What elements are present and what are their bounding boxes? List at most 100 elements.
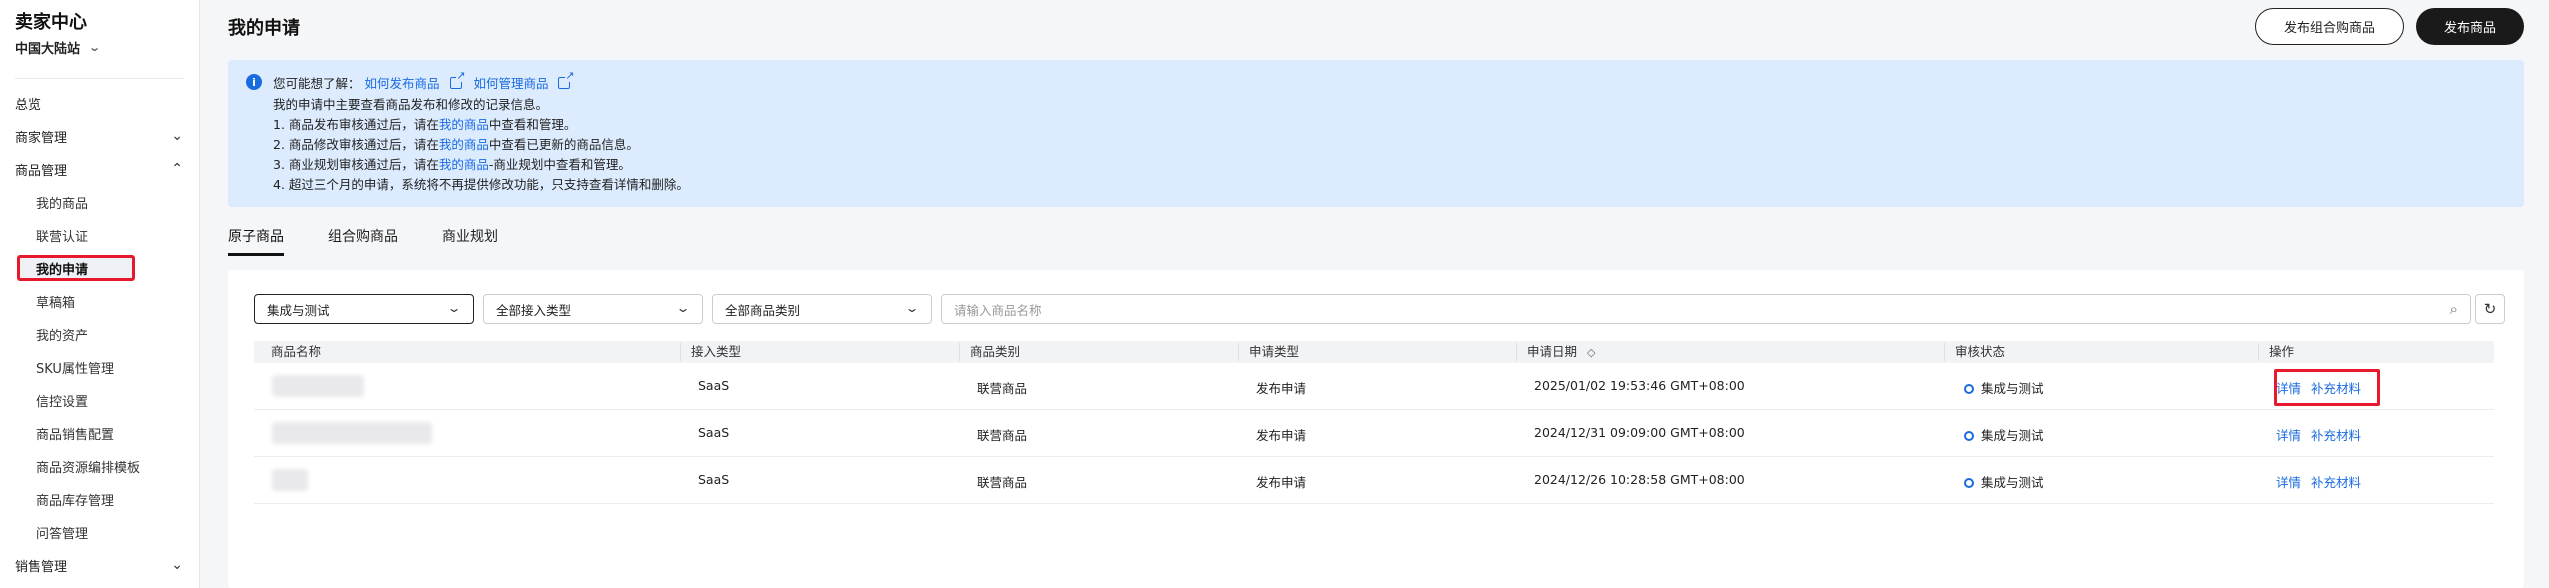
sidebar-item-label: SKU属性管理 <box>36 361 114 377</box>
sidebar-item-label: 联营认证 <box>36 229 89 245</box>
chevron-up-icon: ⌃ <box>171 161 183 177</box>
notice-prefix: 您可能想了解： <box>273 76 361 91</box>
cell-date: 2025/01/02 19:53:46 GMT+08:00 <box>1534 378 1745 393</box>
external-link-icon[interactable] <box>558 70 575 89</box>
my-products-link[interactable]: 我的商品 <box>439 157 489 172</box>
category-value: 全部商品类别 <box>725 302 801 318</box>
sidebar-item-sales[interactable]: 销售管理 ⌄ <box>15 555 183 575</box>
supplement-materials-link[interactable]: 补充材料 <box>2311 428 2361 443</box>
notice-line: 3. 商业规划审核通过后，请在我的商品-商业规划中查看和管理。 <box>273 154 631 173</box>
tab-bundle-products[interactable]: 组合购商品 <box>328 226 398 256</box>
sidebar-item-sales-config[interactable]: 商品销售配置 <box>36 423 186 443</box>
site-selector[interactable]: 中国大陆站 ⌄ <box>15 38 102 57</box>
column-header-ops: 操作 <box>2258 343 2294 361</box>
tabs: 原子商品 组合购商品 商业规划 <box>228 226 542 258</box>
sidebar-item-label: 商品库存管理 <box>36 493 115 509</box>
sidebar-item-my-products[interactable]: 我的商品 <box>36 192 186 212</box>
column-header-name: 商品名称 <box>271 344 322 359</box>
sidebar-item-label: 草稿箱 <box>36 295 76 311</box>
chevron-down-icon: ⌄ <box>446 301 462 315</box>
cell-apply-type: 发布申请 <box>1256 428 1307 443</box>
status-dot-icon <box>1964 384 1974 394</box>
status-dot-icon <box>1964 478 1974 488</box>
publish-product-button[interactable]: 发布商品 <box>2416 8 2524 45</box>
details-link[interactable]: 详情 <box>2276 428 2301 443</box>
sidebar-item-label: 我的申请 <box>36 262 89 278</box>
chevron-down-icon: ⌄ <box>675 301 691 315</box>
sidebar-item-my-assets[interactable]: 我的资产 <box>36 324 186 344</box>
search-input[interactable]: 请输入商品名称 ⌕ <box>941 294 2471 324</box>
details-link[interactable]: 详情 <box>2276 475 2301 490</box>
sidebar-item-qa[interactable]: 问答管理 <box>36 522 186 542</box>
my-products-link[interactable]: 我的商品 <box>439 137 489 152</box>
notice-text: 中查看和管理。 <box>488 117 577 132</box>
search-placeholder: 请输入商品名称 <box>954 302 1042 318</box>
chevron-down-icon: ⌄ <box>88 41 102 54</box>
info-icon: i <box>246 74 262 90</box>
sidebar-item-label: 商家管理 <box>15 130 68 146</box>
cell-ops: 详情 补充材料 <box>2276 425 2371 444</box>
sidebar-item-drafts[interactable]: 草稿箱 <box>36 291 186 311</box>
column-header-date-label: 申请日期 <box>1527 344 1578 359</box>
sidebar: 卖家中心 中国大陆站 ⌄ 总览 商家管理 ⌄ 商品管理 ⌃ 我的商品 联营认证 … <box>0 0 200 588</box>
search-icon[interactable]: ⌕ <box>2450 300 2458 318</box>
sidebar-item-resource-template[interactable]: 商品资源编排模板 <box>36 456 186 476</box>
column-header-access: 接入类型 <box>680 343 741 361</box>
cell-access: SaaS <box>698 378 730 393</box>
sidebar-item-sku-attrs[interactable]: SKU属性管理 <box>36 357 186 377</box>
sidebar-item-label: 销售管理 <box>15 559 68 575</box>
column-header-date[interactable]: 申请日期 ◇ <box>1516 343 1595 361</box>
external-link-icon[interactable] <box>449 70 466 89</box>
cell-status: 集成与测试 <box>1964 472 2044 491</box>
sidebar-item-label: 总览 <box>15 97 42 113</box>
sidebar-item-label: 信控设置 <box>36 394 89 410</box>
notice-line: 1. 商品发布审核通过后，请在我的商品中查看和管理。 <box>273 114 576 133</box>
table-header: 商品名称 接入类型 商品类别 申请类型 申请日期 ◇ 审核状态 操作 <box>254 341 2494 363</box>
brand-title: 卖家中心 <box>15 12 87 33</box>
cell-category: 联营商品 <box>977 428 1028 443</box>
sort-icon[interactable]: ◇ <box>1587 346 1595 359</box>
sidebar-item-merchant[interactable]: 商家管理 ⌄ <box>15 126 183 146</box>
refresh-icon: ↻ <box>2483 300 2497 318</box>
table-row: SaaS 联营商品 发布申请 2024/12/26 10:28:58 GMT+0… <box>254 457 2494 504</box>
table-row: SaaS 联营商品 发布申请 2025/01/02 19:53:46 GMT+0… <box>254 363 2494 410</box>
publish-bundle-button[interactable]: 发布组合购商品 <box>2255 8 2404 45</box>
chevron-down-icon: ⌄ <box>171 557 183 573</box>
how-to-publish-link[interactable]: 如何发布商品 <box>365 76 440 91</box>
page-title: 我的申请 <box>228 18 300 39</box>
my-products-link[interactable]: 我的商品 <box>439 117 489 132</box>
cell-access: SaaS <box>698 425 730 440</box>
sidebar-item-label: 商品管理 <box>15 163 68 179</box>
notice-line: 2. 商品修改审核通过后，请在我的商品中查看已更新的商品信息。 <box>273 134 639 153</box>
sidebar-item-overview[interactable]: 总览 <box>15 93 183 113</box>
env-select[interactable]: 集成与测试 ⌄ <box>254 294 474 324</box>
supplement-materials-link[interactable]: 补充材料 <box>2311 475 2361 490</box>
env-select-value: 集成与测试 <box>267 302 330 318</box>
how-to-manage-link[interactable]: 如何管理商品 <box>473 76 548 91</box>
refresh-button[interactable]: ↻ <box>2475 294 2505 324</box>
blurred-product-name <box>272 469 308 491</box>
site-label: 中国大陆站 <box>15 42 81 57</box>
tab-business-plan[interactable]: 商业规划 <box>442 226 498 256</box>
divider <box>15 78 184 79</box>
cell-apply-type: 发布申请 <box>1256 475 1307 490</box>
sidebar-item-label: 商品销售配置 <box>36 427 115 443</box>
sidebar-item-label: 问答管理 <box>36 526 89 542</box>
sidebar-item-joint-cert[interactable]: 联营认证 <box>36 225 186 245</box>
status-label: 集成与测试 <box>1981 428 2044 443</box>
sidebar-item-credit-control[interactable]: 信控设置 <box>36 390 186 410</box>
chevron-down-icon: ⌄ <box>904 301 920 315</box>
access-type-select[interactable]: 全部接入类型 ⌄ <box>483 294 703 324</box>
annotation-highlight <box>2274 369 2380 406</box>
sidebar-item-product[interactable]: 商品管理 ⌃ <box>15 159 183 179</box>
column-header-status: 审核状态 <box>1944 343 2005 361</box>
cell-category: 联营商品 <box>977 475 1028 490</box>
table-row: SaaS 联营商品 发布申请 2024/12/31 09:09:00 GMT+0… <box>254 410 2494 457</box>
sidebar-item-my-applications[interactable]: 我的申请 <box>36 258 186 278</box>
column-header-category: 商品类别 <box>959 343 1020 361</box>
sidebar-item-inventory[interactable]: 商品库存管理 <box>36 489 186 509</box>
notice-text: 2. 商品修改审核通过后，请在 <box>273 137 439 152</box>
category-select[interactable]: 全部商品类别 ⌄ <box>712 294 932 324</box>
cell-access: SaaS <box>698 472 730 487</box>
tab-atomic-products[interactable]: 原子商品 <box>228 226 284 256</box>
